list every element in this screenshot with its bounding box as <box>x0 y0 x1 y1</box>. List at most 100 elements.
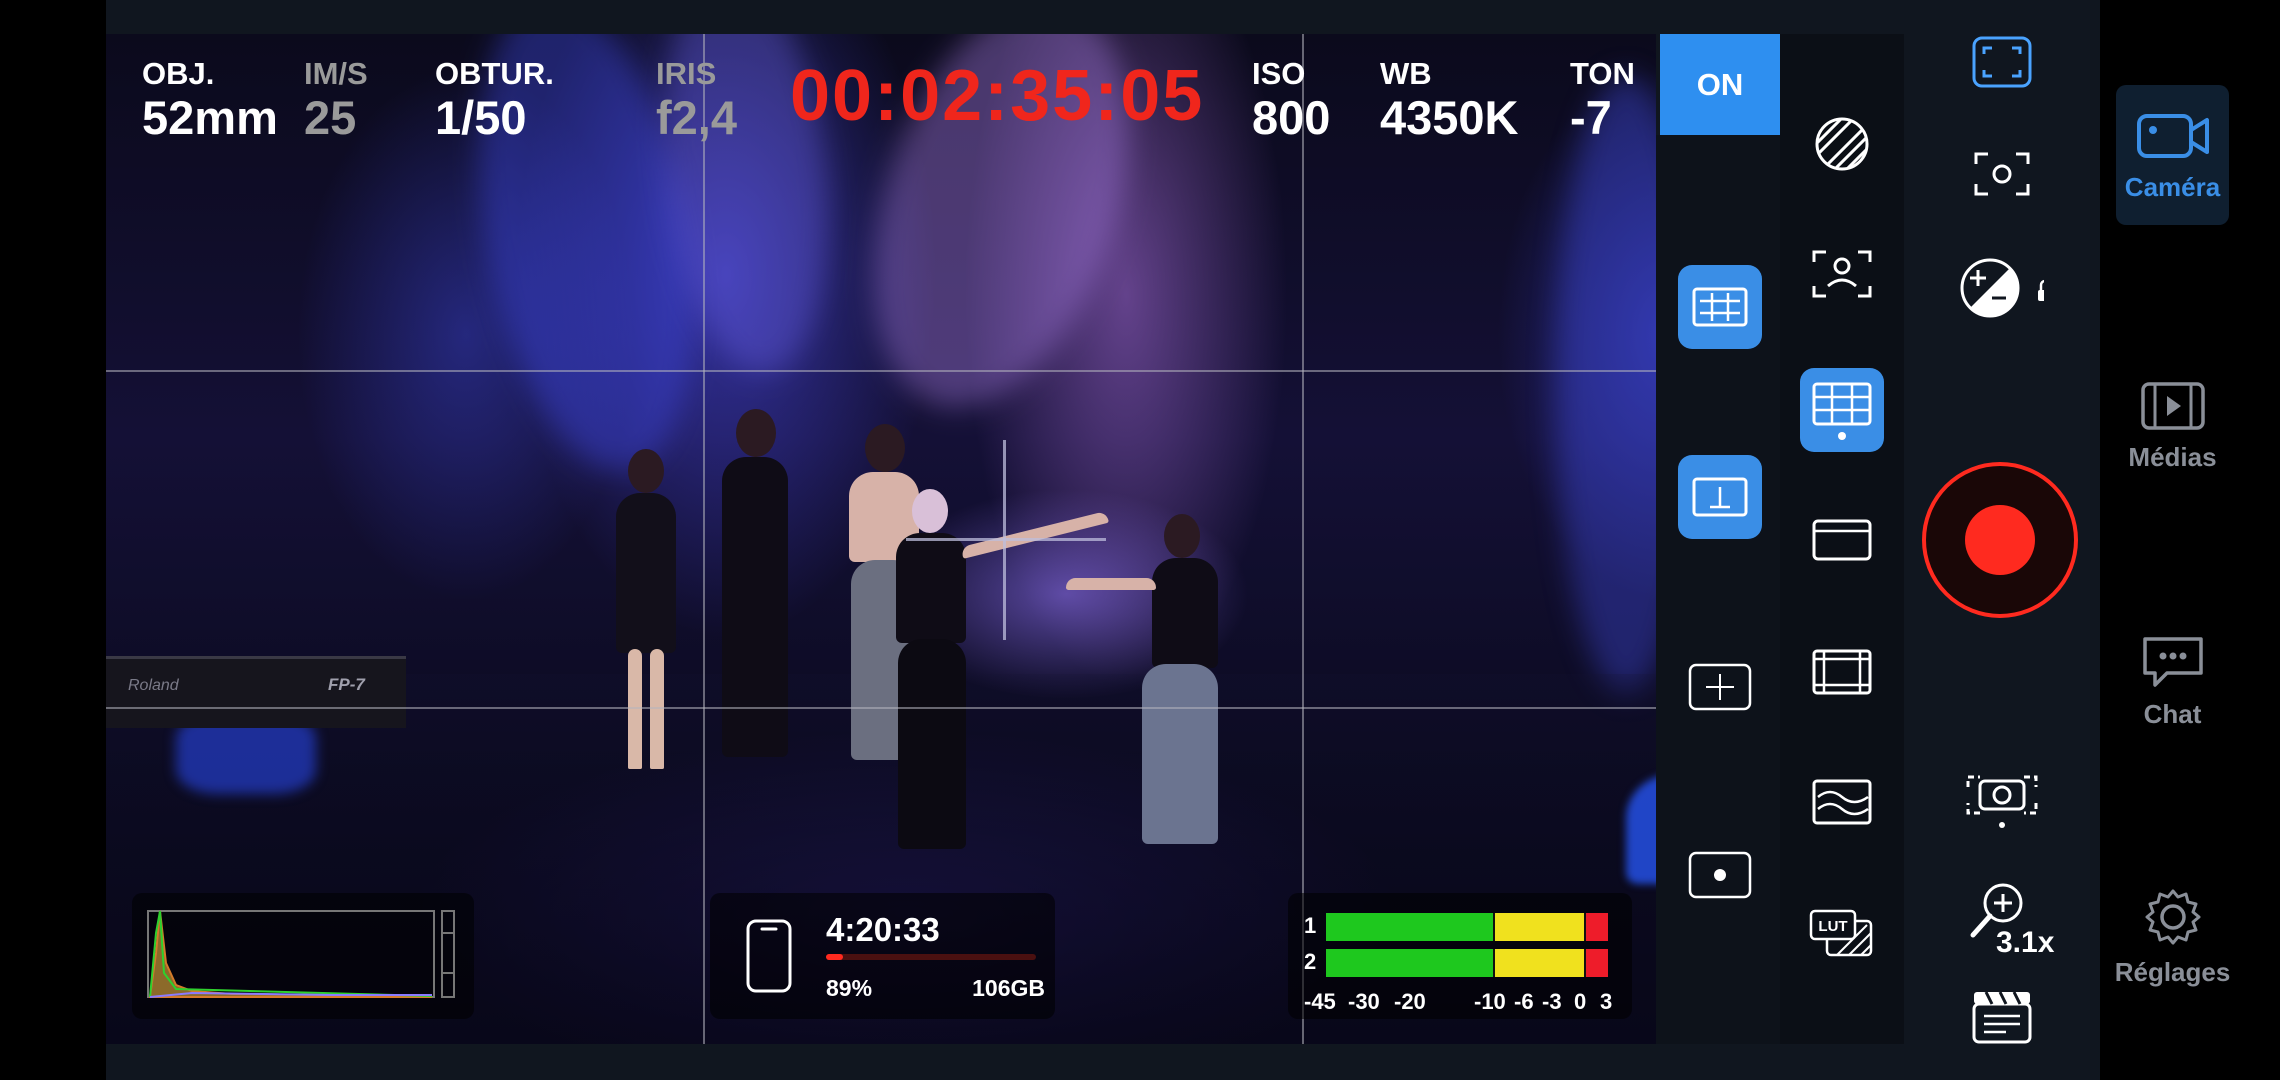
center-dot-guide-button[interactable] <box>1678 645 1762 729</box>
camera-stabilize-icon <box>1966 775 2038 828</box>
aspect-frame-icon <box>1812 519 1872 561</box>
crosshair-guide-button[interactable] <box>1678 455 1762 539</box>
slate-button[interactable] <box>1960 974 2044 1058</box>
lens-value: 52mm <box>142 91 278 144</box>
fps-value: 25 <box>304 91 357 144</box>
lut-button[interactable]: LUT <box>1800 892 1884 976</box>
tint-readout[interactable]: TON -7 <box>1570 58 1635 141</box>
keyboard-brand: Roland <box>128 677 179 694</box>
storage-indicator[interactable]: 4:20:33 89% 106GB <box>710 893 1055 1019</box>
histogram-graph <box>147 910 455 998</box>
phone-storage-icon <box>746 919 792 993</box>
camera-app: Roland FP-7 OBJ. 52mm IM/S 25 OBTUR. 1/5… <box>0 0 2280 1080</box>
iso-value: 800 <box>1252 91 1331 144</box>
performer <box>706 409 801 769</box>
film-frame-icon <box>1812 649 1872 695</box>
audio-channel-label: 2 <box>1304 949 1317 974</box>
audio-channel-label: 1 <box>1304 913 1317 938</box>
safe-area-button[interactable] <box>1800 630 1884 714</box>
fps-label: IM/S <box>304 56 368 91</box>
frame-guides-button[interactable] <box>1800 368 1884 452</box>
nav-chat-label: Chat <box>2143 698 2202 729</box>
media-film-icon <box>2140 381 2205 430</box>
spotlight-beam <box>1556 74 1656 694</box>
tint-value: -7 <box>1570 91 1612 144</box>
fullscreen-button[interactable] <box>1960 20 2044 104</box>
iso-readout[interactable]: ISO 800 <box>1252 58 1330 141</box>
chat-bubble-icon <box>2142 636 2203 687</box>
storage-bar-fill <box>826 954 843 960</box>
spot-guide-button[interactable] <box>1678 833 1762 917</box>
iris-value: f2,4 <box>656 91 737 144</box>
false-color-button[interactable] <box>1800 760 1884 844</box>
shutter-readout[interactable]: OBTUR. 1/50 <box>435 58 554 141</box>
storage-bar <box>826 954 1036 960</box>
nav-camera[interactable]: Caméra <box>2116 85 2229 225</box>
lens-readout[interactable]: OBJ. 52mm <box>142 58 278 141</box>
audio-scale-tick: -20 <box>1394 989 1426 1014</box>
center-dot-icon <box>1688 851 1752 899</box>
audio-meter[interactable]: 1 2 -45 -30 -20 -10 -6 -3 0 3 <box>1288 893 1632 1019</box>
shutter-label: OBTUR. <box>435 56 554 91</box>
nav-media[interactable]: Médias <box>2116 355 2229 495</box>
iso-label: ISO <box>1252 56 1306 91</box>
grid-line <box>703 34 705 1044</box>
face-focus-icon <box>1812 250 1872 298</box>
clapperboard-icon <box>1972 991 2032 1044</box>
grid-table-icon <box>1812 382 1872 440</box>
lens-label: OBJ. <box>142 56 215 91</box>
nav-settings-label: Réglages <box>2114 956 2231 987</box>
lut-label: LUT <box>1818 918 1847 935</box>
exposure-lock-button[interactable] <box>1960 246 2044 330</box>
center-cross-icon <box>1692 477 1748 517</box>
histogram[interactable] <box>132 893 474 1019</box>
audio-meter-bar <box>1326 949 1608 977</box>
grid-icon <box>1692 287 1748 327</box>
nav-camera-label: Caméra <box>2124 171 2221 202</box>
audio-scale-tick: 3 <box>1600 989 1613 1014</box>
grid-guide-button[interactable] <box>1678 265 1762 349</box>
zoom-value: 3.1x <box>1996 926 2055 959</box>
performer <box>606 449 686 779</box>
iris-readout[interactable]: IRIS f2,4 <box>656 58 737 141</box>
aspect-ratio-button[interactable] <box>1800 498 1884 582</box>
tint-label: TON <box>1570 56 1635 91</box>
waveform-icon <box>1812 779 1872 825</box>
lut-icon: LUT <box>1809 909 1873 957</box>
audio-scale-tick: -30 <box>1348 989 1380 1014</box>
nav-settings[interactable]: Réglages <box>2114 866 2231 1006</box>
video-camera-icon <box>2136 113 2209 158</box>
performer <box>1066 514 1236 864</box>
fps-readout[interactable]: IM/S 25 <box>304 58 368 141</box>
audio-scale-tick: -6 <box>1514 989 1534 1014</box>
performer <box>866 489 1109 859</box>
timecode[interactable]: 00:02:35:05 <box>790 60 1204 132</box>
stabilization-button[interactable] <box>1960 752 2044 836</box>
gear-icon <box>2145 889 2200 944</box>
audio-scale-tick: -45 <box>1304 989 1336 1014</box>
grid-line <box>106 707 1656 709</box>
white-balance-label: WB <box>1380 56 1432 91</box>
keyboard-model: FP-7 <box>328 675 365 694</box>
stage-keyboard: Roland FP-7 <box>106 656 406 728</box>
audio-scale-tick: -10 <box>1474 989 1506 1014</box>
grid-line <box>106 370 1656 372</box>
white-balance-readout[interactable]: WB 4350K <box>1380 58 1519 141</box>
nav-chat[interactable]: Chat <box>2116 610 2229 750</box>
fullscreen-icon <box>1972 36 2032 88</box>
record-icon <box>1965 505 2035 575</box>
on-button[interactable]: ON <box>1660 34 1780 135</box>
exposure-compensation-icon <box>1960 258 2044 318</box>
zebra-icon <box>1815 117 1869 171</box>
shutter-value: 1/50 <box>435 91 527 144</box>
focus-crosshair <box>906 538 1106 541</box>
storage-size: 106GB <box>972 975 1045 1001</box>
crosshair-icon <box>1688 663 1752 711</box>
white-balance-value: 4350K <box>1380 91 1519 144</box>
audio-scale-tick: -3 <box>1542 989 1562 1014</box>
zebra-button[interactable] <box>1800 102 1884 186</box>
focus-mode-button[interactable] <box>1960 132 2044 216</box>
face-detect-button[interactable] <box>1800 232 1884 316</box>
guide-toolbar <box>1656 135 1780 1044</box>
record-button[interactable] <box>1922 462 2078 618</box>
